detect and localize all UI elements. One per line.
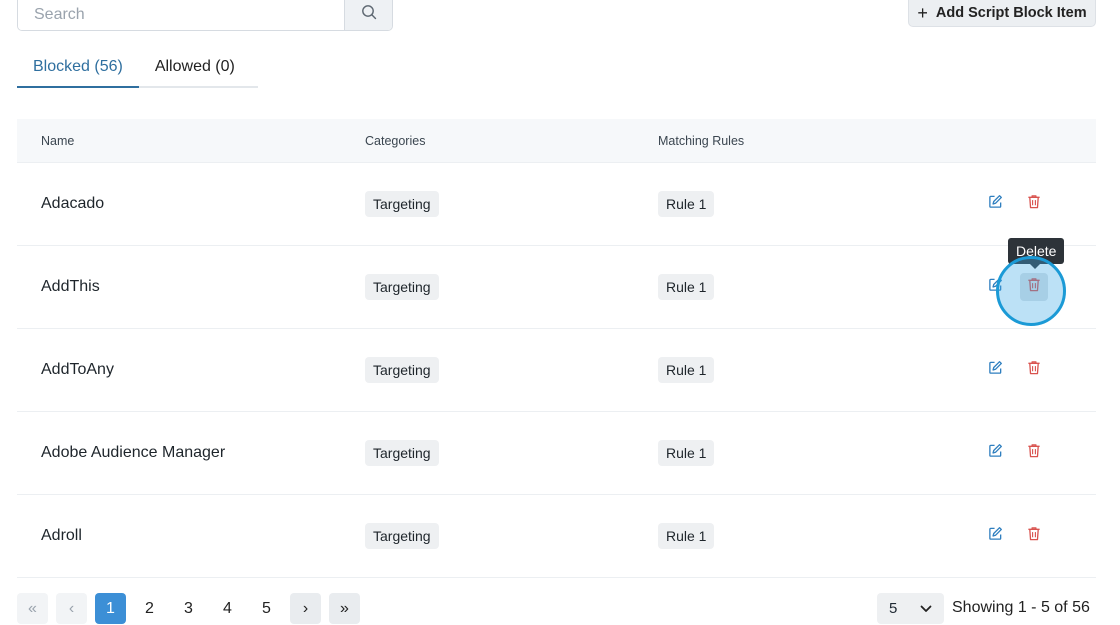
rule-badge: Rule 1 <box>658 274 715 300</box>
trash-icon <box>1027 194 1041 214</box>
table-row: Adacado Targeting Rule 1 <box>17 163 1096 246</box>
edit-icon <box>988 443 1003 463</box>
page-1-button[interactable]: 1 <box>95 593 126 624</box>
chevron-down-icon <box>920 600 932 617</box>
row-actions <box>981 190 1048 218</box>
delete-tooltip: Delete <box>1008 238 1065 269</box>
tab-allowed[interactable]: Allowed (0) <box>139 48 251 88</box>
row-name: Adacado <box>41 195 105 212</box>
rule-badge: Rule 1 <box>658 357 715 383</box>
first-page-button[interactable]: « <box>17 593 48 624</box>
last-page-button[interactable]: » <box>329 593 360 624</box>
row-name: Adobe Audience Manager <box>41 444 226 461</box>
edit-button[interactable] <box>981 439 1009 467</box>
delete-button[interactable] <box>1020 522 1048 550</box>
search-input[interactable] <box>18 0 344 30</box>
edit-icon <box>988 360 1003 380</box>
table-header: Name Categories Matching Rules <box>17 119 1096 163</box>
edit-button[interactable] <box>981 356 1009 384</box>
delete-button[interactable] <box>1020 439 1048 467</box>
edit-button[interactable] <box>981 273 1009 301</box>
previous-page-button[interactable]: ‹ <box>56 593 87 624</box>
category-badge: Targeting <box>365 191 439 217</box>
tab-bar: Blocked (56) Allowed (0) <box>17 48 258 88</box>
row-actions <box>981 522 1048 550</box>
delete-button[interactable] <box>1020 273 1048 301</box>
add-button-label: Add Script Block Item <box>935 4 1087 21</box>
trash-icon <box>1027 360 1041 380</box>
per-page-value: 5 <box>889 600 898 617</box>
row-name: AddThis <box>41 278 100 295</box>
category-badge: Targeting <box>365 440 439 466</box>
edit-icon <box>988 526 1003 546</box>
row-actions <box>981 439 1048 467</box>
pagination: « ‹ 1 2 3 4 5 › » <box>17 593 360 624</box>
edit-icon <box>988 194 1003 214</box>
column-header-name: Name <box>41 133 75 148</box>
page-2-button[interactable]: 2 <box>134 593 165 624</box>
tab-blocked[interactable]: Blocked (56) <box>17 48 139 88</box>
page-4-button[interactable]: 4 <box>212 593 243 624</box>
column-header-categories: Categories <box>365 133 426 148</box>
search-icon <box>361 4 377 25</box>
rule-badge: Rule 1 <box>658 523 715 549</box>
script-block-table: Name Categories Matching Rules Adacado T… <box>17 119 1096 578</box>
search-box <box>17 0 393 31</box>
edit-button[interactable] <box>981 190 1009 218</box>
search-button[interactable] <box>344 0 392 30</box>
trash-icon <box>1027 443 1041 463</box>
trash-icon <box>1027 277 1041 297</box>
per-page-select[interactable]: 5 <box>877 593 944 624</box>
table-row: AddThis Targeting Rule 1 <box>17 246 1096 329</box>
delete-button[interactable] <box>1020 356 1048 384</box>
page-5-button[interactable]: 5 <box>251 593 282 624</box>
table-row: Adroll Targeting Rule 1 <box>17 495 1096 578</box>
rule-badge: Rule 1 <box>658 191 715 217</box>
page-3-button[interactable]: 3 <box>173 593 204 624</box>
row-actions <box>981 273 1048 301</box>
next-page-button[interactable]: › <box>290 593 321 624</box>
row-name: AddToAny <box>41 361 114 378</box>
row-actions <box>981 356 1048 384</box>
table-row: AddToAny Targeting Rule 1 <box>17 329 1096 412</box>
table-row: Adobe Audience Manager Targeting Rule 1 <box>17 412 1096 495</box>
category-badge: Targeting <box>365 357 439 383</box>
edit-icon <box>988 277 1003 297</box>
edit-button[interactable] <box>981 522 1009 550</box>
showing-count: Showing 1 - 5 of 56 <box>952 599 1090 616</box>
rule-badge: Rule 1 <box>658 440 715 466</box>
add-script-block-item-button[interactable]: + Add Script Block Item <box>908 0 1096 27</box>
row-name: Adroll <box>41 527 82 544</box>
column-header-matching-rules: Matching Rules <box>658 133 745 148</box>
plus-icon: + <box>917 2 928 23</box>
delete-button[interactable] <box>1020 190 1048 218</box>
category-badge: Targeting <box>365 523 439 549</box>
trash-icon <box>1027 526 1041 546</box>
category-badge: Targeting <box>365 274 439 300</box>
